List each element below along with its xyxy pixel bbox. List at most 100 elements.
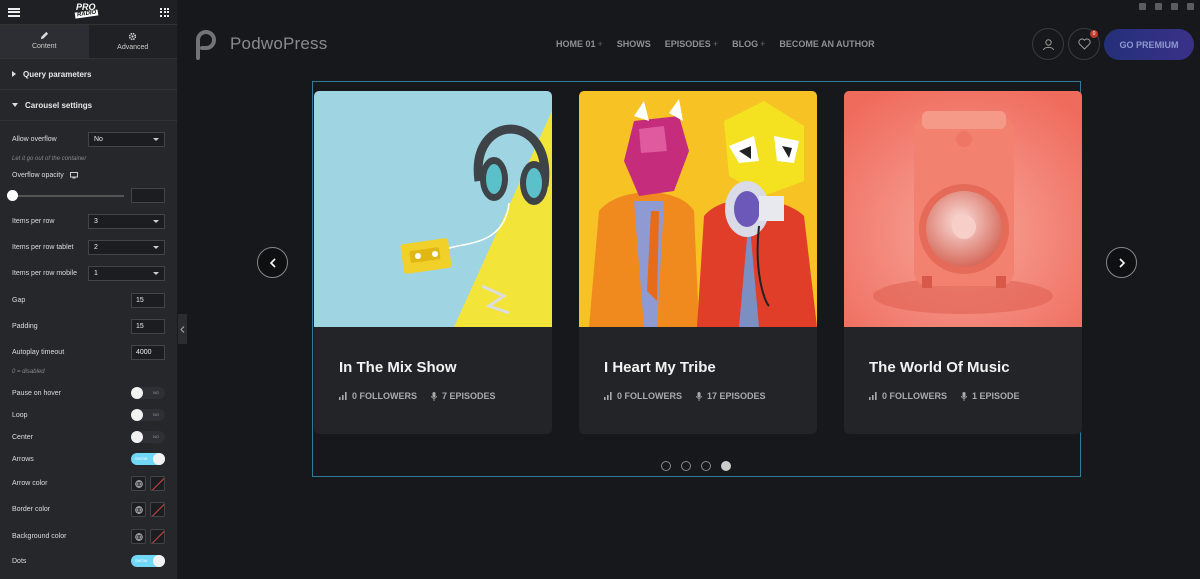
microphone-icon: [431, 391, 437, 401]
field-label: Items per row: [12, 218, 55, 225]
microphone-icon: [696, 391, 702, 401]
field-label: Arrow color: [12, 480, 48, 487]
carousel-next-button[interactable]: [1106, 247, 1137, 278]
items-per-row-tablet-select[interactable]: 2: [88, 240, 165, 255]
field-loop: Loop NO: [12, 409, 165, 421]
allow-overflow-select[interactable]: No: [88, 132, 165, 147]
dots-toggle[interactable]: SHOW: [131, 555, 165, 567]
field-pause-on-hover: Pause on hover NO: [12, 387, 165, 399]
field-items-per-row-mobile: Items per row mobile 1: [12, 266, 165, 281]
episodes-count: 7 EPISODES: [442, 391, 496, 401]
background-color-swatch[interactable]: [150, 529, 165, 544]
show-title[interactable]: The World Of Music: [869, 359, 1010, 376]
nav-item-episodes[interactable]: EPISODES +: [665, 39, 718, 49]
field-label: Background color: [12, 533, 67, 540]
opacity-slider-handle[interactable]: [7, 190, 18, 201]
pinterest-icon[interactable]: [1155, 3, 1162, 10]
arrow-color-swatch[interactable]: [150, 476, 165, 491]
section-query-parameters[interactable]: Query parameters: [0, 59, 177, 90]
loop-toggle[interactable]: NO: [131, 409, 165, 421]
nav-plus: +: [712, 39, 719, 49]
brand-name: PodwoPress: [230, 34, 328, 53]
episodes-count: 17 EPISODES: [707, 391, 766, 401]
items-per-row-mobile-select[interactable]: 1: [88, 266, 165, 281]
chevron-left-icon: [269, 257, 276, 268]
field-label: Allow overflow: [12, 136, 57, 143]
nav-item-home[interactable]: HOME 01 +: [556, 39, 603, 49]
carousel-dots: [661, 461, 731, 471]
followers-count: 0 FOLLOWERS: [617, 391, 682, 401]
tab-advanced[interactable]: Advanced: [88, 25, 177, 58]
account-button[interactable]: [1032, 28, 1064, 60]
followers-count: 0 FOLLOWERS: [882, 391, 947, 401]
bar-chart-icon: [339, 392, 347, 400]
show-meta: 0 FOLLOWERS 17 EPISODES: [604, 391, 766, 401]
globe-icon[interactable]: [131, 476, 146, 491]
desktop-icon[interactable]: [69, 172, 78, 179]
arrows-toggle[interactable]: SHOW: [131, 453, 165, 465]
editor-panel: PRO RADIO Content Advanced Query paramete…: [0, 0, 178, 579]
followers-stat: 0 FOLLOWERS: [339, 391, 417, 401]
instagram-icon[interactable]: [1171, 3, 1178, 10]
followers-stat: 0 FOLLOWERS: [869, 391, 947, 401]
show-card[interactable]: The World Of Music 0 FOLLOWERS 1 EPISODE: [844, 91, 1082, 434]
carousel-dot[interactable]: [661, 461, 671, 471]
opacity-slider-track[interactable]: [12, 195, 124, 197]
field-gap: Gap 15: [12, 293, 165, 308]
center-toggle[interactable]: NO: [131, 431, 165, 443]
overflow-opacity-input[interactable]: [131, 188, 165, 203]
site-brand[interactable]: PodwoPress: [192, 28, 327, 60]
nav-item-shows[interactable]: SHOWS: [617, 39, 651, 49]
collapse-panel-button[interactable]: [178, 314, 187, 344]
section-title: Query parameters: [23, 69, 92, 79]
show-artwork-masks: [579, 91, 817, 327]
pause-on-hover-toggle[interactable]: NO: [131, 387, 165, 399]
menu-icon[interactable]: [8, 7, 20, 17]
show-card[interactable]: In The Mix Show 0 FOLLOWERS 7 EPISODES: [314, 91, 552, 434]
nav-item-become-author[interactable]: BECOME AN AUTHOR: [779, 39, 874, 49]
tab-content-label: Content: [31, 43, 57, 50]
grid-icon[interactable]: [160, 7, 169, 17]
globe-icon[interactable]: [131, 502, 146, 517]
carousel-dot-active[interactable]: [721, 461, 731, 471]
linkedin-icon[interactable]: [1187, 3, 1194, 10]
chevron-down-icon: [153, 138, 159, 141]
nav-label: BECOME AN AUTHOR: [779, 39, 875, 49]
nav-plus: +: [760, 39, 766, 49]
items-per-row-select[interactable]: 3: [88, 214, 165, 229]
padding-input[interactable]: 15: [131, 319, 165, 334]
caret-down-icon: [12, 103, 18, 107]
globe-icon[interactable]: [131, 529, 146, 544]
carousel-dot[interactable]: [701, 461, 711, 471]
nav-item-blog[interactable]: BLOG +: [732, 39, 765, 49]
show-artwork-speaker: [844, 91, 1082, 327]
nav-label: EPISODES: [664, 39, 711, 49]
carousel-dot[interactable]: [681, 461, 691, 471]
autoplay-timeout-input[interactable]: 4000: [131, 345, 165, 360]
field-label: Autoplay timeout: [12, 349, 65, 356]
show-title[interactable]: I Heart My Tribe: [604, 359, 716, 376]
show-card[interactable]: I Heart My Tribe 0 FOLLOWERS 17 EPISODES: [579, 91, 817, 434]
twitter-icon[interactable]: [1139, 3, 1146, 10]
gap-input[interactable]: 15: [131, 293, 165, 308]
chevron-down-icon: [153, 220, 159, 223]
section-carousel-settings[interactable]: Carousel settings: [0, 90, 177, 121]
select-value: 2: [94, 244, 98, 251]
select-value: 1: [94, 270, 98, 277]
nav-label: BLOG: [732, 39, 759, 49]
field-label: Padding: [12, 323, 38, 330]
episodes-count: 1 EPISODE: [972, 391, 1020, 401]
field-label: Border color: [12, 506, 51, 513]
field-hint: 0 = disabled: [12, 369, 45, 375]
episodes-stat: 1 EPISODE: [961, 391, 1020, 401]
pro-radio-logo: PRO RADIO: [74, 2, 99, 19]
field-label: Items per row mobile: [12, 270, 77, 277]
carousel-prev-button[interactable]: [257, 247, 288, 278]
show-title[interactable]: In The Mix Show: [339, 359, 457, 376]
field-label: Pause on hover: [12, 389, 62, 397]
go-premium-button[interactable]: GO PREMIUM: [1104, 29, 1194, 60]
field-label: Center: [12, 433, 34, 441]
border-color-swatch[interactable]: [150, 502, 165, 517]
episodes-stat: 7 EPISODES: [431, 391, 496, 401]
tab-content[interactable]: Content: [0, 25, 89, 58]
